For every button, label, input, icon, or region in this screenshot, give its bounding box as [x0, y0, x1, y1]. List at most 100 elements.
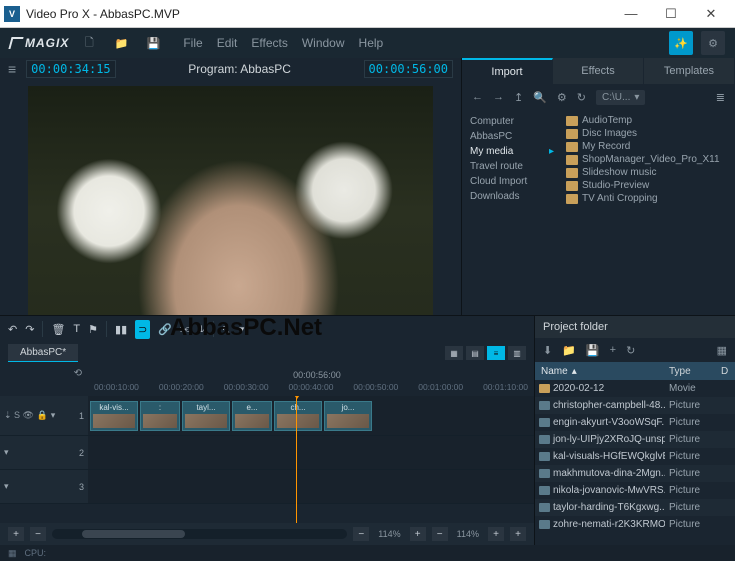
tree-abbaspc[interactable]: AbbasPC [468, 129, 556, 144]
folder-item[interactable]: TV Anti Cropping [564, 192, 733, 205]
project-row[interactable]: 2020-02-12Movie [535, 380, 735, 397]
timeline-ruler[interactable]: 00:00:56:00 [88, 364, 534, 382]
view-list-icon[interactable]: ▦ [445, 346, 463, 360]
track-body-3[interactable] [88, 470, 534, 503]
col-type[interactable]: Type [665, 366, 717, 377]
tree-travel[interactable]: Travel route [468, 159, 556, 174]
project-row[interactable]: kal-visuals-HGfEWQkglvE...Picture [535, 448, 735, 465]
delete-button[interactable]: 🗑 [51, 323, 65, 336]
folder-item[interactable]: Slideshow music [564, 166, 733, 179]
marker-button[interactable]: ⚑ [88, 323, 98, 336]
reload-icon[interactable]: ↻ [626, 344, 635, 357]
project-row[interactable]: zohre-nemati-r2K3KRMO...Picture [535, 516, 735, 533]
track-remove-button[interactable]: − [30, 527, 46, 541]
project-row[interactable]: christopher-campbell-48...Picture [535, 397, 735, 414]
clip[interactable]: : [140, 401, 180, 431]
folder-icon [566, 129, 578, 139]
list-view-icon[interactable]: ▦ [717, 344, 727, 357]
view-timeline-icon[interactable]: ≡ [487, 346, 505, 360]
folder-icon[interactable]: 📁 [562, 344, 576, 357]
tab-templates[interactable]: Templates [644, 58, 735, 84]
project-row[interactable]: makhmutova-dina-2Mgn...Picture [535, 465, 735, 482]
track-head-2[interactable]: ▾2 [0, 436, 88, 469]
add-track-footer-button[interactable]: + [510, 527, 526, 541]
track-body-1[interactable]: kal-vis... : tayl... e... ch... jo... [88, 396, 534, 435]
view-multi-icon[interactable]: ▥ [508, 346, 526, 360]
menu-help[interactable]: Help [359, 36, 384, 50]
clip[interactable]: jo... [324, 401, 372, 431]
tree-mymedia[interactable]: My media [468, 144, 556, 159]
folder-item[interactable]: ShopManager_Video_Pro_X11 [564, 153, 733, 166]
playhead[interactable] [296, 396, 297, 523]
grid-icon[interactable]: ▦ [8, 548, 17, 559]
new-icon[interactable]: 🗋 [77, 31, 101, 55]
clip[interactable]: ch... [274, 401, 322, 431]
add-plus-icon[interactable]: + [610, 344, 616, 356]
save-icon[interactable]: 💾 [141, 31, 165, 55]
folder-icon [566, 142, 578, 152]
menu-edit[interactable]: Edit [217, 36, 238, 50]
minimize-button[interactable]: — [611, 1, 651, 27]
search-icon[interactable]: 🔍 [533, 91, 547, 104]
up-icon[interactable]: ↥ [514, 91, 523, 104]
view-scene-icon[interactable]: ▤ [466, 346, 484, 360]
sequence-tab[interactable]: AbbasPC* [8, 344, 78, 362]
snap-button[interactable]: ⊃ [135, 320, 150, 339]
path-selector[interactable]: C:\U...▾ [596, 90, 645, 105]
folder-item[interactable]: My Record [564, 140, 733, 153]
tab-import[interactable]: Import [462, 58, 553, 84]
main-menu: File Edit Effects Window Help [183, 36, 661, 50]
tree-computer[interactable]: Computer [468, 114, 556, 129]
clip[interactable]: tayl... [182, 401, 230, 431]
timecode-in[interactable]: 00:00:34:15 [26, 60, 115, 78]
clip[interactable]: kal-vis... [90, 401, 138, 431]
track-body-2[interactable] [88, 436, 534, 469]
track-dropdown-icon[interactable]: ▾ [51, 410, 56, 421]
timeline-scrollbar[interactable] [52, 529, 347, 539]
scroll-thumb[interactable] [82, 530, 185, 538]
open-icon[interactable]: 📁 [109, 31, 133, 55]
tree-downloads[interactable]: Downloads [468, 189, 556, 204]
track-head-1[interactable]: ⇣ S 👁 🔒 ▾ 1 [0, 396, 88, 435]
folder-item[interactable]: Studio-Preview [564, 179, 733, 192]
title-button[interactable]: T [73, 323, 80, 335]
back-icon[interactable]: ← [472, 91, 483, 103]
cut-button[interactable]: ▮▮ [115, 323, 127, 336]
view-mode-icon[interactable]: ≣ [716, 91, 725, 104]
folder-item[interactable]: AudioTemp [564, 114, 733, 127]
track-head-3[interactable]: ▾3 [0, 470, 88, 503]
tree-cloud[interactable]: Cloud Import [468, 174, 556, 189]
col-name[interactable]: Name▴ [535, 366, 665, 377]
zoom-in-v-button[interactable]: + [488, 527, 504, 541]
menu-effects[interactable]: Effects [251, 36, 287, 50]
settings-button[interactable]: ⚙ [701, 31, 725, 55]
save-project-icon[interactable]: 💾 [586, 344, 600, 357]
zoom-in-h-button[interactable]: + [410, 527, 426, 541]
options-icon[interactable]: ⚙ [557, 91, 567, 104]
project-row[interactable]: nikola-jovanovic-MwVRS...Picture [535, 482, 735, 499]
project-row[interactable]: engin-akyurt-V3ooWSqF...Picture [535, 414, 735, 431]
undo-button[interactable]: ↶ [8, 323, 17, 336]
zoom-out-v-button[interactable]: − [432, 527, 448, 541]
maximize-button[interactable]: ☐ [651, 1, 691, 27]
timecode-out[interactable]: 00:00:56:00 [364, 60, 453, 78]
close-button[interactable]: ✕ [691, 1, 731, 27]
tab-effects[interactable]: Effects [553, 58, 644, 84]
menu-file[interactable]: File [183, 36, 202, 50]
picture-icon [539, 503, 550, 512]
folder-item[interactable]: Disc Images [564, 127, 733, 140]
menu-window[interactable]: Window [302, 36, 345, 50]
project-row[interactable]: jon-ly-UIPjy2XRoJQ-unspl...Picture [535, 431, 735, 448]
refresh-icon[interactable]: ↻ [577, 91, 586, 104]
project-row[interactable]: taylor-harding-T6Kgxwg...Picture [535, 499, 735, 516]
import-icon[interactable]: ⬇ [543, 344, 552, 357]
track-add-button[interactable]: + [8, 527, 24, 541]
zoom-out-h-button[interactable]: − [353, 527, 369, 541]
redo-button[interactable]: ↷ [25, 323, 34, 336]
forward-icon[interactable]: → [493, 91, 504, 103]
col-d[interactable]: D [717, 366, 735, 377]
preview-menu-icon[interactable]: ≡ [8, 61, 16, 77]
clip[interactable]: e... [232, 401, 272, 431]
track-controls[interactable]: ⇣ S 👁 🔒 [4, 410, 48, 421]
fx-toggle-button[interactable]: ✨ [669, 31, 693, 55]
